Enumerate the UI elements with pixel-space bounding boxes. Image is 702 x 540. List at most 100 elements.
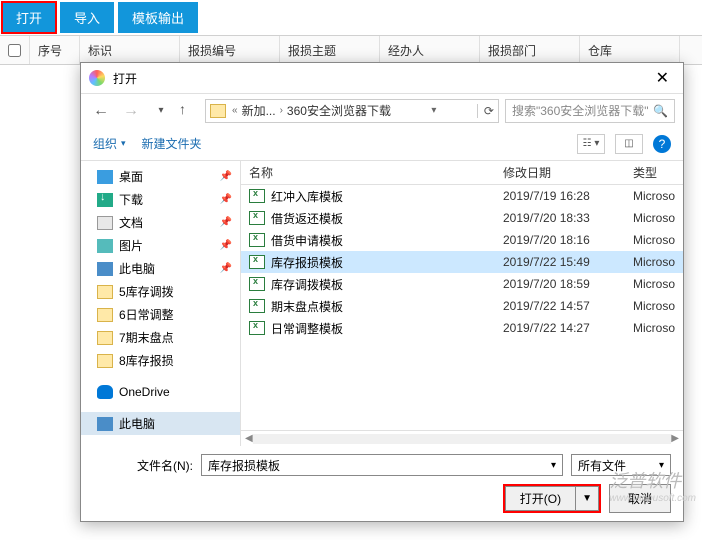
- sidebar-item[interactable]: 图片📌: [81, 234, 240, 257]
- import-button[interactable]: 导入: [60, 2, 114, 33]
- breadcrumb-overflow-icon[interactable]: «: [232, 105, 238, 116]
- pin-icon: 📌: [220, 240, 232, 251]
- search-placeholder: 搜索"360安全浏览器下载": [512, 102, 649, 119]
- template-output-button[interactable]: 模板输出: [118, 2, 198, 33]
- folder-icon: [97, 308, 113, 322]
- breadcrumb-part2[interactable]: 360安全浏览器下载: [287, 102, 391, 119]
- filename-input[interactable]: 库存报损模板 ▾: [201, 454, 563, 476]
- nav-up-icon[interactable]: ↑: [179, 101, 199, 121]
- sidebar-label: 下载: [119, 191, 143, 208]
- file-type: Microso: [633, 321, 683, 335]
- file-type: Microso: [633, 211, 683, 225]
- excel-icon: [249, 299, 265, 313]
- breadcrumb-dropdown-icon[interactable]: ▾: [431, 105, 436, 116]
- dialog-titlebar: 打开 ✕: [81, 63, 683, 93]
- file-row[interactable]: 期末盘点模板2019/7/22 14:57Microso: [241, 295, 683, 317]
- organize-menu[interactable]: 组织: [93, 135, 126, 152]
- file-type: Microso: [633, 233, 683, 247]
- sidebar-item[interactable]: 文档 📌: [81, 211, 240, 234]
- col-damage-subject[interactable]: 报损主题: [280, 36, 380, 64]
- open-button[interactable]: 打开: [2, 2, 56, 33]
- file-date: 2019/7/19 16:28: [503, 189, 633, 203]
- breadcrumb[interactable]: « 新加... › 360安全浏览器下载 ▾ ⟳: [205, 99, 499, 123]
- file-list-header: 名称 修改日期 类型: [241, 161, 683, 185]
- file-name: 借货返还模板: [271, 210, 503, 227]
- open-file-button[interactable]: 打开(O): [505, 486, 576, 511]
- col-warehouse[interactable]: 仓库: [580, 36, 680, 64]
- file-row[interactable]: 红冲入库模板2019/7/19 16:28Microso: [241, 185, 683, 207]
- sidebar-label: 6日常调整: [119, 306, 174, 323]
- scroll-left-icon[interactable]: ◀: [245, 433, 253, 444]
- sidebar-label: 文档: [119, 214, 143, 231]
- refresh-icon[interactable]: ⟳: [477, 104, 494, 118]
- file-row[interactable]: 库存报损模板2019/7/22 15:49Microso: [241, 251, 683, 273]
- excel-icon: [249, 321, 265, 335]
- filename-dropdown-icon[interactable]: ▾: [551, 460, 556, 471]
- file-type-filter[interactable]: 所有文件 ▾: [571, 454, 671, 476]
- file-name: 期末盘点模板: [271, 298, 503, 315]
- sidebar-item[interactable]: 6日常调整: [81, 303, 240, 326]
- pin-icon: 📌: [220, 263, 232, 274]
- file-row[interactable]: 借货返还模板2019/7/20 18:33Microso: [241, 207, 683, 229]
- breadcrumb-sep-icon: ›: [280, 105, 283, 116]
- file-rows: 红冲入库模板2019/7/19 16:28Microso借货返还模板2019/7…: [241, 185, 683, 430]
- dialog-navbar: ← → ▾ ↑ « 新加... › 360安全浏览器下载 ▾ ⟳ 搜索"360安…: [81, 93, 683, 127]
- breadcrumb-part1[interactable]: 新加...: [242, 102, 276, 119]
- sidebar-item-onedrive[interactable]: OneDrive: [81, 382, 240, 402]
- file-row[interactable]: 借货申请模板2019/7/20 18:16Microso: [241, 229, 683, 251]
- excel-icon: [249, 211, 265, 225]
- file-row[interactable]: 日常调整模板2019/7/22 14:27Microso: [241, 317, 683, 339]
- file-row[interactable]: 库存调拨模板2019/7/20 18:59Microso: [241, 273, 683, 295]
- file-date: 2019/7/20 18:59: [503, 277, 633, 291]
- folder-icon: [210, 104, 226, 118]
- sidebar-item[interactable]: 8库存报损: [81, 349, 240, 372]
- col-type[interactable]: 类型: [633, 164, 683, 181]
- scroll-right-icon[interactable]: ▶: [671, 433, 679, 444]
- col-damage-dept[interactable]: 报损部门: [480, 36, 580, 64]
- col-damage-no[interactable]: 报损编号: [180, 36, 280, 64]
- search-input[interactable]: 搜索"360安全浏览器下载" 🔍: [505, 99, 675, 123]
- open-dropdown-button[interactable]: ▼: [576, 486, 599, 511]
- onedrive-icon: [97, 385, 113, 399]
- sidebar-item-this-pc[interactable]: 此电脑: [81, 412, 240, 435]
- col-handler[interactable]: 经办人: [380, 36, 480, 64]
- pc-icon: [97, 417, 113, 431]
- col-seq[interactable]: 序号: [30, 36, 80, 64]
- nav-history-dropdown-icon[interactable]: ▾: [149, 99, 173, 123]
- col-flag[interactable]: 标识: [80, 36, 180, 64]
- file-date: 2019/7/22 14:57: [503, 299, 633, 313]
- excel-icon: [249, 189, 265, 203]
- sidebar-item[interactable]: 7期末盘点: [81, 326, 240, 349]
- preview-pane-button[interactable]: ◫: [615, 134, 643, 154]
- nav-back-icon[interactable]: ←: [89, 99, 113, 123]
- horizontal-scrollbar[interactable]: ◀ ▶: [241, 430, 683, 446]
- sidebar-item[interactable]: 桌面📌: [81, 165, 240, 188]
- sidebar-item[interactable]: 5库存调拨: [81, 280, 240, 303]
- doc-icon: [97, 216, 113, 230]
- pin-icon: 📌: [220, 217, 232, 228]
- close-icon[interactable]: ✕: [650, 66, 675, 90]
- pc-icon: [97, 262, 113, 276]
- sidebar-label: 此电脑: [119, 260, 155, 277]
- main-toolbar: 打开 导入 模板输出: [0, 0, 702, 35]
- cancel-button[interactable]: 取消: [609, 484, 671, 513]
- grid-header: 序号 标识 报损编号 报损主题 经办人 报损部门 仓库: [0, 35, 702, 65]
- sidebar-item[interactable]: 下载📌: [81, 188, 240, 211]
- sidebar: 桌面📌下载📌文档📌图片📌此电脑📌5库存调拨6日常调整7期末盘点8库存报损OneD…: [81, 161, 241, 446]
- search-icon[interactable]: 🔍: [653, 104, 668, 118]
- file-type: Microso: [633, 255, 683, 269]
- sidebar-item[interactable]: 此电脑 📌: [81, 257, 240, 280]
- file-type: Microso: [633, 189, 683, 203]
- file-type: Microso: [633, 277, 683, 291]
- new-folder-button[interactable]: 新建文件夹: [142, 135, 202, 152]
- col-date[interactable]: 修改日期: [503, 164, 633, 181]
- file-name: 借货申请模板: [271, 232, 503, 249]
- view-options-button[interactable]: ☷ ▾: [577, 134, 605, 154]
- file-date: 2019/7/20 18:33: [503, 211, 633, 225]
- col-name[interactable]: 名称: [249, 164, 503, 181]
- excel-icon: [249, 255, 265, 269]
- filter-dropdown-icon[interactable]: ▾: [659, 460, 664, 471]
- sidebar-label: 桌面: [119, 168, 143, 185]
- help-icon[interactable]: ?: [653, 135, 671, 153]
- select-all-checkbox[interactable]: [0, 36, 30, 64]
